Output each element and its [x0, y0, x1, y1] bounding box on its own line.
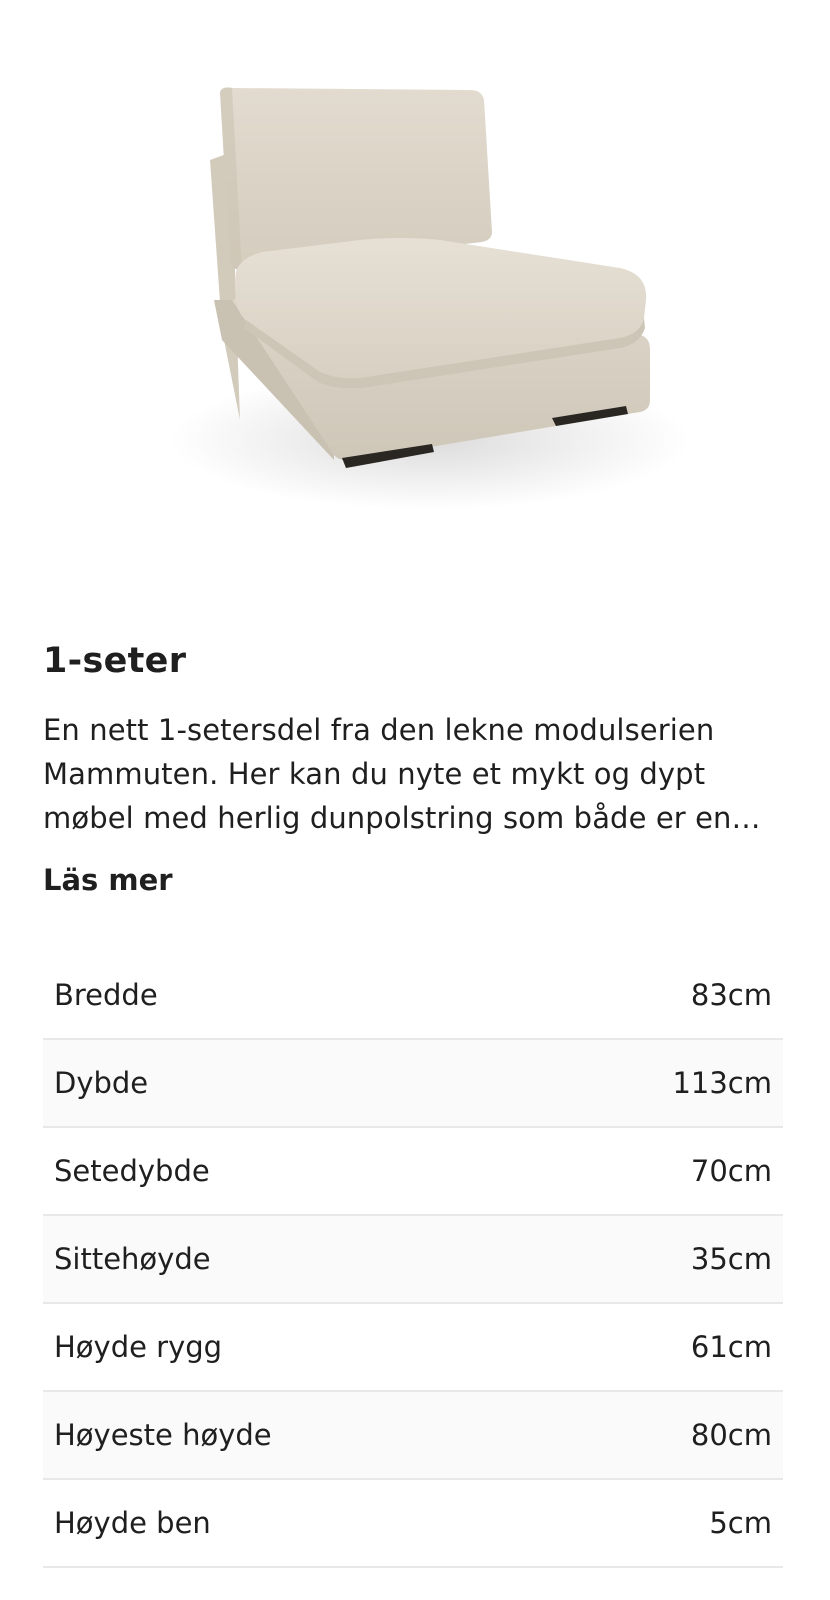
spec-value: 70cm — [690, 1154, 772, 1188]
product-image — [0, 0, 830, 600]
spec-row-max-height: Høyeste høyde 80cm — [43, 1392, 783, 1480]
spec-label: Høyde rygg — [54, 1330, 223, 1364]
spec-value: 61cm — [690, 1330, 772, 1364]
spec-value: 35cm — [690, 1242, 772, 1276]
spec-label: Høyeste høyde — [54, 1418, 272, 1452]
spec-value: 83cm — [690, 978, 772, 1012]
spec-row-back-height: Høyde rygg 61cm — [43, 1304, 783, 1392]
read-more-link[interactable]: Läs mer — [43, 862, 173, 898]
sofa-module-illustration — [170, 87, 690, 510]
spec-row-width: Bredde 83cm — [43, 952, 783, 1040]
product-info: 1-seter En nett 1-setersdel fra den lekn… — [43, 640, 783, 898]
spec-row-seat-depth: Setedybde 70cm — [43, 1128, 783, 1216]
spec-value: 113cm — [672, 1066, 772, 1100]
specifications-table: Bredde 83cm Dybde 113cm Setedybde 70cm S… — [43, 952, 783, 1568]
product-title: 1-seter — [43, 641, 187, 681]
product-description: En nett 1-setersdel fra den lekne moduls… — [43, 713, 761, 835]
spec-label: Sittehøyde — [54, 1242, 211, 1276]
spec-value: 80cm — [690, 1418, 772, 1452]
spec-row-seat-height: Sittehøyde 35cm — [43, 1216, 783, 1304]
spec-row-depth: Dybde 113cm — [43, 1040, 783, 1128]
spec-row-leg-height: Høyde ben 5cm — [43, 1480, 783, 1568]
spec-label: Bredde — [54, 978, 158, 1012]
spec-label: Dybde — [54, 1066, 149, 1100]
spec-label: Høyde ben — [54, 1506, 211, 1540]
spec-value: 5cm — [709, 1506, 772, 1540]
spec-label: Setedybde — [54, 1154, 210, 1188]
